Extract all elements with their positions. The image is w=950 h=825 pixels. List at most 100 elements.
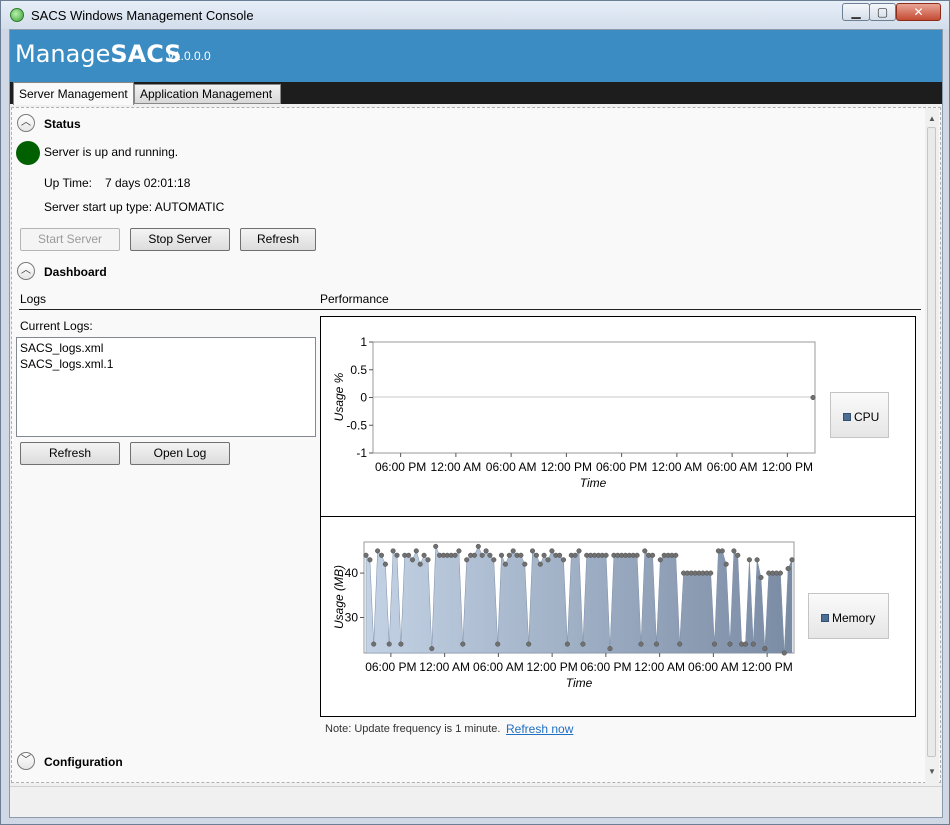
dashboard-collapse-toggle[interactable]: ︿: [17, 262, 35, 280]
tab-application-management[interactable]: Application Management: [134, 84, 281, 104]
logs-refresh-button[interactable]: Refresh: [20, 442, 120, 465]
tab-server-management[interactable]: Server Management: [13, 82, 134, 105]
memory-data-point: [723, 561, 729, 567]
memory-data-point: [785, 566, 791, 572]
memory-legend: Memory: [808, 593, 889, 639]
configuration-expand-toggle[interactable]: ﹀: [17, 752, 35, 770]
memory-data-point: [742, 641, 749, 647]
scroll-up-icon[interactable]: ▲: [928, 114, 936, 123]
memory-data-point: [510, 548, 516, 554]
refresh-now-link[interactable]: Refresh now: [506, 722, 573, 736]
memory-data-point: [758, 574, 764, 581]
dashboard-divider: [19, 309, 921, 310]
memory-data-point: [564, 641, 570, 647]
memory-data-point: [456, 548, 462, 554]
cpu-x-tick-label: 12:00 PM: [762, 460, 813, 474]
scroll-down-icon[interactable]: ▼: [928, 767, 936, 776]
memory-data-point: [375, 548, 381, 554]
memory-data-point: [750, 641, 756, 647]
open-log-button[interactable]: Open Log: [130, 442, 230, 465]
client-area: ManageSACS v1.0.0.0 Server Management Ap…: [9, 29, 943, 818]
memory-data-point: [363, 552, 369, 558]
stop-server-button[interactable]: Stop Server: [130, 228, 230, 251]
memory-x-tick-label: 12:00 AM: [634, 660, 685, 674]
memory-y-tick-label: 30: [345, 610, 359, 624]
memory-data-point: [479, 552, 485, 558]
cpu-x-tick-label: 12:00 PM: [541, 460, 592, 474]
memory-x-tick-label: 06:00 PM: [365, 660, 416, 674]
configuration-section-title: Configuration: [44, 755, 123, 769]
minimize-icon: ▁: [851, 5, 861, 19]
cpu-y-tick-label: -0.5: [346, 418, 367, 432]
memory-data-point: [711, 641, 718, 647]
memory-data-point: [475, 543, 481, 549]
app-window: SACS Windows Management Console ▁ ▢ ✕ Ma…: [0, 0, 950, 825]
memory-data-point: [545, 557, 551, 563]
memory-data-point: [708, 570, 714, 576]
brand-logo: ManageSACS: [15, 40, 182, 68]
maximize-icon: ▢: [876, 5, 889, 19]
log-file-list[interactable]: SACS_logs.xml SACS_logs.xml.1: [16, 337, 316, 437]
memory-legend-swatch: [821, 614, 829, 622]
scroll-thumb[interactable]: [927, 127, 936, 757]
current-logs-label: Current Logs:: [20, 319, 93, 333]
cpu-y-tick-label: -1: [356, 446, 367, 460]
status-refresh-button[interactable]: Refresh: [240, 228, 316, 251]
memory-data-point: [727, 641, 733, 647]
memory-data-point: [371, 641, 377, 647]
logs-heading: Logs: [20, 292, 47, 306]
close-button[interactable]: ✕: [896, 3, 941, 21]
memory-data-point: [557, 552, 563, 558]
memory-data-point: [464, 557, 470, 563]
memory-data-point: [673, 552, 679, 558]
log-file-item[interactable]: SACS_logs.xml: [20, 341, 103, 355]
memory-data-point: [390, 548, 396, 554]
cpu-x-tick-label: 06:00 PM: [596, 460, 647, 474]
status-section-title: Status: [44, 117, 81, 131]
minimize-button[interactable]: ▁: [842, 3, 870, 21]
sacs-app-icon: [10, 8, 24, 22]
memory-x-tick-label: 12:00 PM: [526, 660, 577, 674]
memory-chart-panel: 40 30 06:00 PM 12:00 AM 06:00 AM 12:00 PM 06:…: [320, 516, 916, 717]
dashboard-section-title: Dashboard: [44, 265, 107, 279]
cpu-x-tick-label: 12:00 AM: [431, 460, 482, 474]
memory-data-point: [549, 548, 555, 554]
memory-data-point: [398, 641, 404, 647]
chevron-down-icon: ﹀: [21, 755, 31, 766]
memory-data-point: [529, 548, 536, 554]
uptime-value: 7 days 02:01:18: [105, 176, 191, 190]
memory-data-point: [506, 552, 512, 558]
title-bar: SACS Windows Management Console ▁ ▢ ✕: [1, 1, 949, 29]
cpu-x-axis-title: Time: [580, 476, 607, 490]
memory-data-point: [650, 552, 656, 558]
memory-data-point: [642, 548, 648, 554]
cpu-y-tick-label: 0.5: [350, 363, 367, 377]
memory-data-point: [533, 552, 539, 558]
memory-data-point: [754, 557, 760, 563]
memory-data-point: [518, 552, 524, 558]
memory-data-point: [541, 552, 547, 558]
memory-data-point: [421, 552, 427, 558]
memory-data-point: [425, 557, 431, 563]
memory-data-point: [657, 557, 663, 563]
cpu-chart-panel: 1 0.5 0 -0.5 -1 06:00 PM 12:00 AM 06:00 AM 12:0…: [320, 316, 916, 517]
log-file-item[interactable]: SACS_logs.xml.1: [20, 357, 113, 371]
cpu-y-axis-title: Usage %: [332, 372, 346, 421]
cpu-legend-label: CPU: [854, 410, 880, 424]
status-bar: [10, 786, 942, 817]
status-collapse-toggle[interactable]: ︿: [17, 114, 35, 132]
memory-data-point: [487, 552, 493, 558]
update-frequency-note: Note: Update frequency is 1 minute.: [325, 723, 501, 735]
cpu-x-tick-label: 12:00 AM: [652, 460, 703, 474]
maximize-button[interactable]: ▢: [869, 3, 896, 21]
memory-data-point: [653, 641, 660, 647]
memory-data-point: [433, 543, 439, 549]
start-server-button[interactable]: Start Server: [20, 228, 120, 251]
chevron-up-icon: ︿: [21, 117, 31, 128]
memory-data-point: [409, 557, 416, 563]
memory-data-point: [677, 641, 683, 647]
header-banner: ManageSACS v1.0.0.0: [10, 30, 942, 82]
cpu-y-tick-label: 0: [360, 391, 367, 405]
memory-data-point: [417, 561, 423, 567]
performance-heading: Performance: [320, 292, 389, 306]
